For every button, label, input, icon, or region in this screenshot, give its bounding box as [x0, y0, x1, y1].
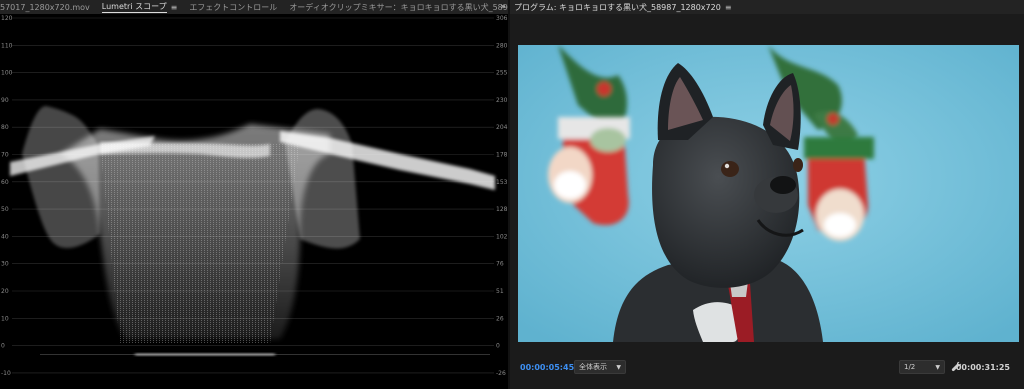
left-axis-tick: -10 — [1, 370, 11, 377]
tab-source-clip[interactable]: 57017_1280x720.mov — [0, 0, 96, 14]
right-axis-tick: 255 — [496, 70, 508, 77]
current-timecode[interactable]: 00:00:05:45 — [520, 363, 574, 372]
tab-lumetri-scopes-label: Lumetri スコープ — [101, 2, 167, 13]
right-axis-tick: 306 — [496, 15, 508, 22]
panel-menu-icon[interactable]: ≡ — [171, 3, 178, 12]
tab-audio-clip-mixer-label: オーディオクリップミキサー：キョロキョロする黒い犬_58987_1280x720 — [289, 2, 508, 12]
right-tab-bar: プログラム: キョロキョロする黒い犬_58987_1280x720 ≡ — [510, 0, 1024, 14]
zoom-level-select[interactable]: 全体表示 ▼ — [574, 360, 626, 374]
left-axis-tick: 70 — [1, 152, 9, 159]
chevron-down-icon: ▼ — [616, 363, 621, 371]
waveform-scope: 120 110 100 90 80 70 60 50 40 30 20 10 0 -10 306 280 25… — [0, 14, 508, 389]
program-monitor-viewer: 00:00:05:45 全体表示 ▼ 1/2 ▼ 00:00:31:25 — [510, 14, 1024, 389]
video-frame[interactable] — [518, 45, 1019, 342]
left-axis-tick: 40 — [1, 233, 9, 240]
left-axis-tick: 10 — [1, 315, 9, 322]
lumetri-scopes-panel: 57017_1280x720.mov Lumetri スコープ ≡ エフェクトコ… — [0, 0, 508, 389]
right-axis-tick: 51 — [496, 288, 504, 295]
left-axis-tick: 60 — [1, 179, 9, 186]
premiere-workspace: 57017_1280x720.mov Lumetri スコープ ≡ エフェクトコ… — [0, 0, 1024, 389]
left-axis-tick: 20 — [1, 288, 9, 295]
tab-audio-clip-mixer[interactable]: オーディオクリップミキサー：キョロキョロする黒い犬_58987_1280x720 — [283, 0, 508, 14]
left-axis-tick: 80 — [1, 124, 9, 131]
left-axis-tick: 110 — [1, 42, 13, 49]
right-axis-tick: 153 — [496, 179, 508, 186]
left-axis-tick: 0 — [1, 343, 5, 350]
right-axis-tick: 204 — [496, 124, 508, 131]
tab-program-monitor[interactable]: プログラム: キョロキョロする黒い犬_58987_1280x720 ≡ — [510, 0, 738, 14]
right-axis-tick: 26 — [496, 315, 504, 322]
right-axis-tick: 0 — [496, 343, 500, 350]
timeline-ruler[interactable] — [518, 385, 1018, 389]
left-axis-labels: 1201101009080706050403020100-10 — [1, 15, 13, 377]
monitor-controls: 00:00:05:45 全体表示 ▼ 1/2 ▼ 00:00:31:25 — [510, 358, 1024, 389]
left-axis-tick: 90 — [1, 97, 9, 104]
overflow-chevron-icon[interactable]: » — [500, 0, 506, 14]
tab-program-monitor-label: プログラム: キョロキョロする黒い犬_58987_1280x720 — [514, 2, 721, 12]
chevron-down-icon: ▼ — [935, 363, 940, 371]
playback-resolution-value: 1/2 — [904, 363, 916, 371]
left-axis-tick: 50 — [1, 206, 9, 213]
tab-effect-controls[interactable]: エフェクトコントロール — [183, 0, 283, 14]
left-axis-tick: 120 — [1, 15, 13, 22]
right-axis-tick: 230 — [496, 97, 508, 104]
video-frame-image — [518, 45, 1019, 342]
left-axis-tick: 100 — [1, 70, 13, 77]
right-axis-tick: 128 — [496, 206, 508, 213]
right-axis-tick: 102 — [496, 233, 508, 240]
zoom-level-value: 全体表示 — [579, 363, 607, 371]
playback-resolution-select[interactable]: 1/2 ▼ — [899, 360, 945, 374]
right-axis-tick: -26 — [496, 370, 506, 377]
tab-effect-controls-label: エフェクトコントロール — [189, 2, 278, 12]
duration-timecode: 00:00:31:25 — [955, 363, 1010, 372]
left-tab-bar: 57017_1280x720.mov Lumetri スコープ ≡ エフェクトコ… — [0, 0, 508, 14]
panel-menu-icon[interactable]: ≡ — [725, 3, 732, 12]
right-axis-labels: 306 280 255 230 204 178 153 128 102 76 51 26 0 -26 — [496, 15, 508, 377]
right-axis-tick: 280 — [496, 42, 508, 49]
right-axis-tick: 76 — [496, 261, 504, 268]
tab-source-clip-label: 57017_1280x720.mov — [0, 2, 90, 12]
right-axis-tick: 178 — [496, 152, 508, 159]
program-monitor-panel: プログラム: キョロキョロする黒い犬_58987_1280x720 ≡ 00:0… — [510, 0, 1024, 389]
left-axis-tick: 30 — [1, 261, 9, 268]
tab-lumetri-scopes[interactable]: Lumetri スコープ ≡ — [96, 0, 184, 14]
waveform-graph: 1201101009080706050403020100-10 30628025… — [1, 15, 508, 377]
